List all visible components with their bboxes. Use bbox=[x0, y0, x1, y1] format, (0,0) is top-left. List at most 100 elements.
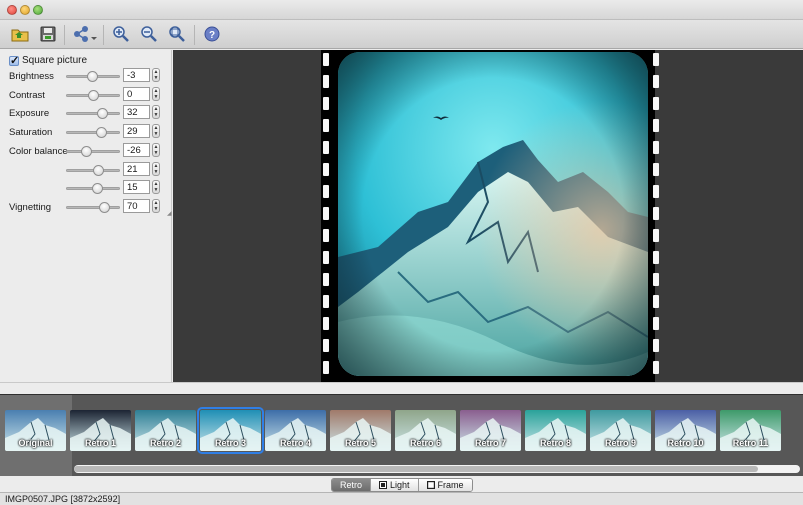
value-stepper[interactable]: ▲ ▼ bbox=[152, 68, 160, 82]
film-perforation bbox=[653, 207, 659, 220]
preset-thumbnail[interactable]: Retro 5 bbox=[330, 410, 391, 451]
horizontal-scrollbar-thumb[interactable] bbox=[74, 466, 758, 472]
thumbnail-label: Retro 9 bbox=[604, 438, 636, 448]
slider-knob[interactable] bbox=[80, 145, 92, 157]
value-field[interactable]: -3 bbox=[123, 68, 150, 82]
save-button[interactable] bbox=[37, 23, 59, 45]
film-perforation bbox=[653, 229, 659, 242]
thumbnail-label: Retro 7 bbox=[474, 438, 506, 448]
thumbnail-label: Original bbox=[18, 438, 53, 448]
preset-thumbnail[interactable]: Retro 1 bbox=[70, 410, 131, 451]
status-text: IMGP0507.JPG [3872x2592] bbox=[5, 494, 121, 504]
toolbar-separator bbox=[194, 25, 195, 45]
value-stepper[interactable]: ▲ ▼ bbox=[152, 161, 160, 176]
adjustment-row: Saturation 29 ▲ ▼ bbox=[0, 124, 172, 140]
value-field[interactable]: -26 bbox=[123, 142, 150, 157]
tab-retro-label: Retro bbox=[340, 480, 363, 490]
film-perforation bbox=[323, 97, 329, 110]
value-field[interactable]: 0 bbox=[123, 86, 150, 101]
value-stepper[interactable]: ▲ ▼ bbox=[152, 180, 160, 195]
slider-knob[interactable] bbox=[88, 89, 99, 101]
thumbnail-label: Retro 1 bbox=[84, 438, 116, 448]
adjustment-label: Brightness bbox=[9, 71, 54, 82]
square-picture-checkbox[interactable] bbox=[9, 54, 19, 67]
value-stepper[interactable]: ▲ ▼ bbox=[152, 142, 160, 157]
image-preview-area bbox=[173, 50, 803, 382]
tab-light[interactable]: Light bbox=[371, 479, 419, 491]
value-field[interactable]: 15 bbox=[123, 180, 150, 195]
value-field[interactable]: 21 bbox=[123, 161, 150, 176]
preset-thumbnail[interactable]: Retro 4 bbox=[265, 410, 326, 451]
film-perforation bbox=[653, 185, 659, 198]
adjustment-row: Contrast 0 ▲ ▼ bbox=[0, 86, 172, 103]
adjustment-label: Exposure bbox=[9, 108, 50, 120]
thumbnail-label: Retro 5 bbox=[344, 438, 376, 448]
thumbnail-label: Retro 11 bbox=[732, 438, 769, 448]
value-field[interactable]: 29 bbox=[123, 124, 150, 139]
preset-thumbnail[interactable]: Retro 3 bbox=[197, 407, 264, 454]
zoom-out-icon bbox=[141, 26, 157, 42]
adjustment-label: Vignetting bbox=[9, 201, 52, 213]
svg-text:?: ? bbox=[209, 30, 215, 41]
presets-strip: Original Retro 1 Retro 2 Retro 3 Retro 4 Retr… bbox=[0, 394, 803, 477]
slider-knob[interactable] bbox=[95, 127, 107, 139]
preset-thumbnail[interactable]: Retro 6 bbox=[395, 410, 456, 451]
film-perforation bbox=[323, 163, 329, 176]
slider-knob[interactable] bbox=[96, 108, 108, 120]
splitter[interactable] bbox=[0, 382, 803, 394]
film-frame bbox=[321, 50, 659, 382]
preset-thumbnail[interactable]: Retro 7 bbox=[460, 410, 521, 451]
adjustment-label: Color balance bbox=[9, 145, 68, 157]
preset-thumbnail[interactable]: Retro 2 bbox=[135, 410, 196, 451]
value-stepper[interactable]: ▲ ▼ bbox=[152, 198, 160, 213]
value-field[interactable]: 32 bbox=[123, 105, 150, 120]
preset-thumbnail[interactable]: Retro 10 bbox=[655, 410, 716, 451]
open-folder-button[interactable] bbox=[9, 23, 31, 45]
zoom-fit-button[interactable] bbox=[166, 23, 188, 45]
preset-thumbnail[interactable]: Original bbox=[5, 410, 66, 451]
zoom-in-button[interactable] bbox=[110, 23, 132, 45]
value-field[interactable]: 70 bbox=[123, 198, 150, 213]
value-stepper[interactable]: ▲ ▼ bbox=[152, 124, 160, 139]
adjustment-row: 21 ▲ ▼ bbox=[0, 161, 172, 178]
tab-frame[interactable]: Frame bbox=[418, 479, 472, 491]
slider-knob[interactable] bbox=[98, 201, 110, 213]
film-perforation bbox=[323, 317, 329, 330]
share-button[interactable] bbox=[71, 23, 99, 45]
slider-track[interactable] bbox=[66, 131, 120, 135]
slider-knob[interactable] bbox=[86, 71, 98, 82]
film-perforation bbox=[323, 119, 329, 132]
slider-track[interactable] bbox=[66, 112, 120, 116]
preset-thumbnail[interactable]: Retro 9 bbox=[590, 410, 651, 451]
preset-thumbnail[interactable]: Retro 8 bbox=[525, 410, 586, 451]
share-icon bbox=[74, 26, 97, 42]
slider-knob[interactable] bbox=[91, 183, 103, 195]
help-button[interactable]: ? bbox=[201, 23, 223, 45]
zoom-window-button[interactable] bbox=[33, 5, 43, 15]
film-perforation bbox=[653, 97, 659, 110]
zoom-out-button[interactable] bbox=[138, 23, 160, 45]
value-stepper[interactable]: ▲ ▼ bbox=[152, 105, 160, 120]
close-window-button[interactable] bbox=[7, 5, 17, 15]
film-perforation bbox=[653, 119, 659, 132]
adjustment-label: Contrast bbox=[9, 89, 45, 101]
film-perforation bbox=[653, 273, 659, 286]
panel-resize-grip[interactable]: ◢ bbox=[167, 210, 172, 217]
tab-retro[interactable]: Retro bbox=[332, 479, 372, 491]
preset-thumbnail[interactable]: Retro 11 bbox=[720, 410, 781, 451]
film-perforation bbox=[323, 273, 329, 286]
help-icon: ? bbox=[204, 26, 220, 42]
square-picture-row[interactable]: Square picture bbox=[9, 54, 87, 67]
film-perforation bbox=[653, 163, 659, 176]
slider-track[interactable] bbox=[66, 205, 120, 209]
value-stepper[interactable]: ▲ ▼ bbox=[152, 86, 160, 101]
film-perforation bbox=[323, 229, 329, 242]
zoom-fit-icon bbox=[169, 26, 185, 42]
chevron-down-icon bbox=[91, 37, 97, 40]
slider-knob[interactable] bbox=[93, 164, 105, 176]
minimize-window-button[interactable] bbox=[20, 5, 30, 15]
adjustment-row: Color balance -26 ▲ ▼ bbox=[0, 142, 172, 159]
adjustment-row: Vignetting 70 ▲ ▼ bbox=[0, 198, 172, 215]
tab-light-label: Light bbox=[390, 480, 410, 490]
slider-track[interactable] bbox=[66, 149, 120, 153]
